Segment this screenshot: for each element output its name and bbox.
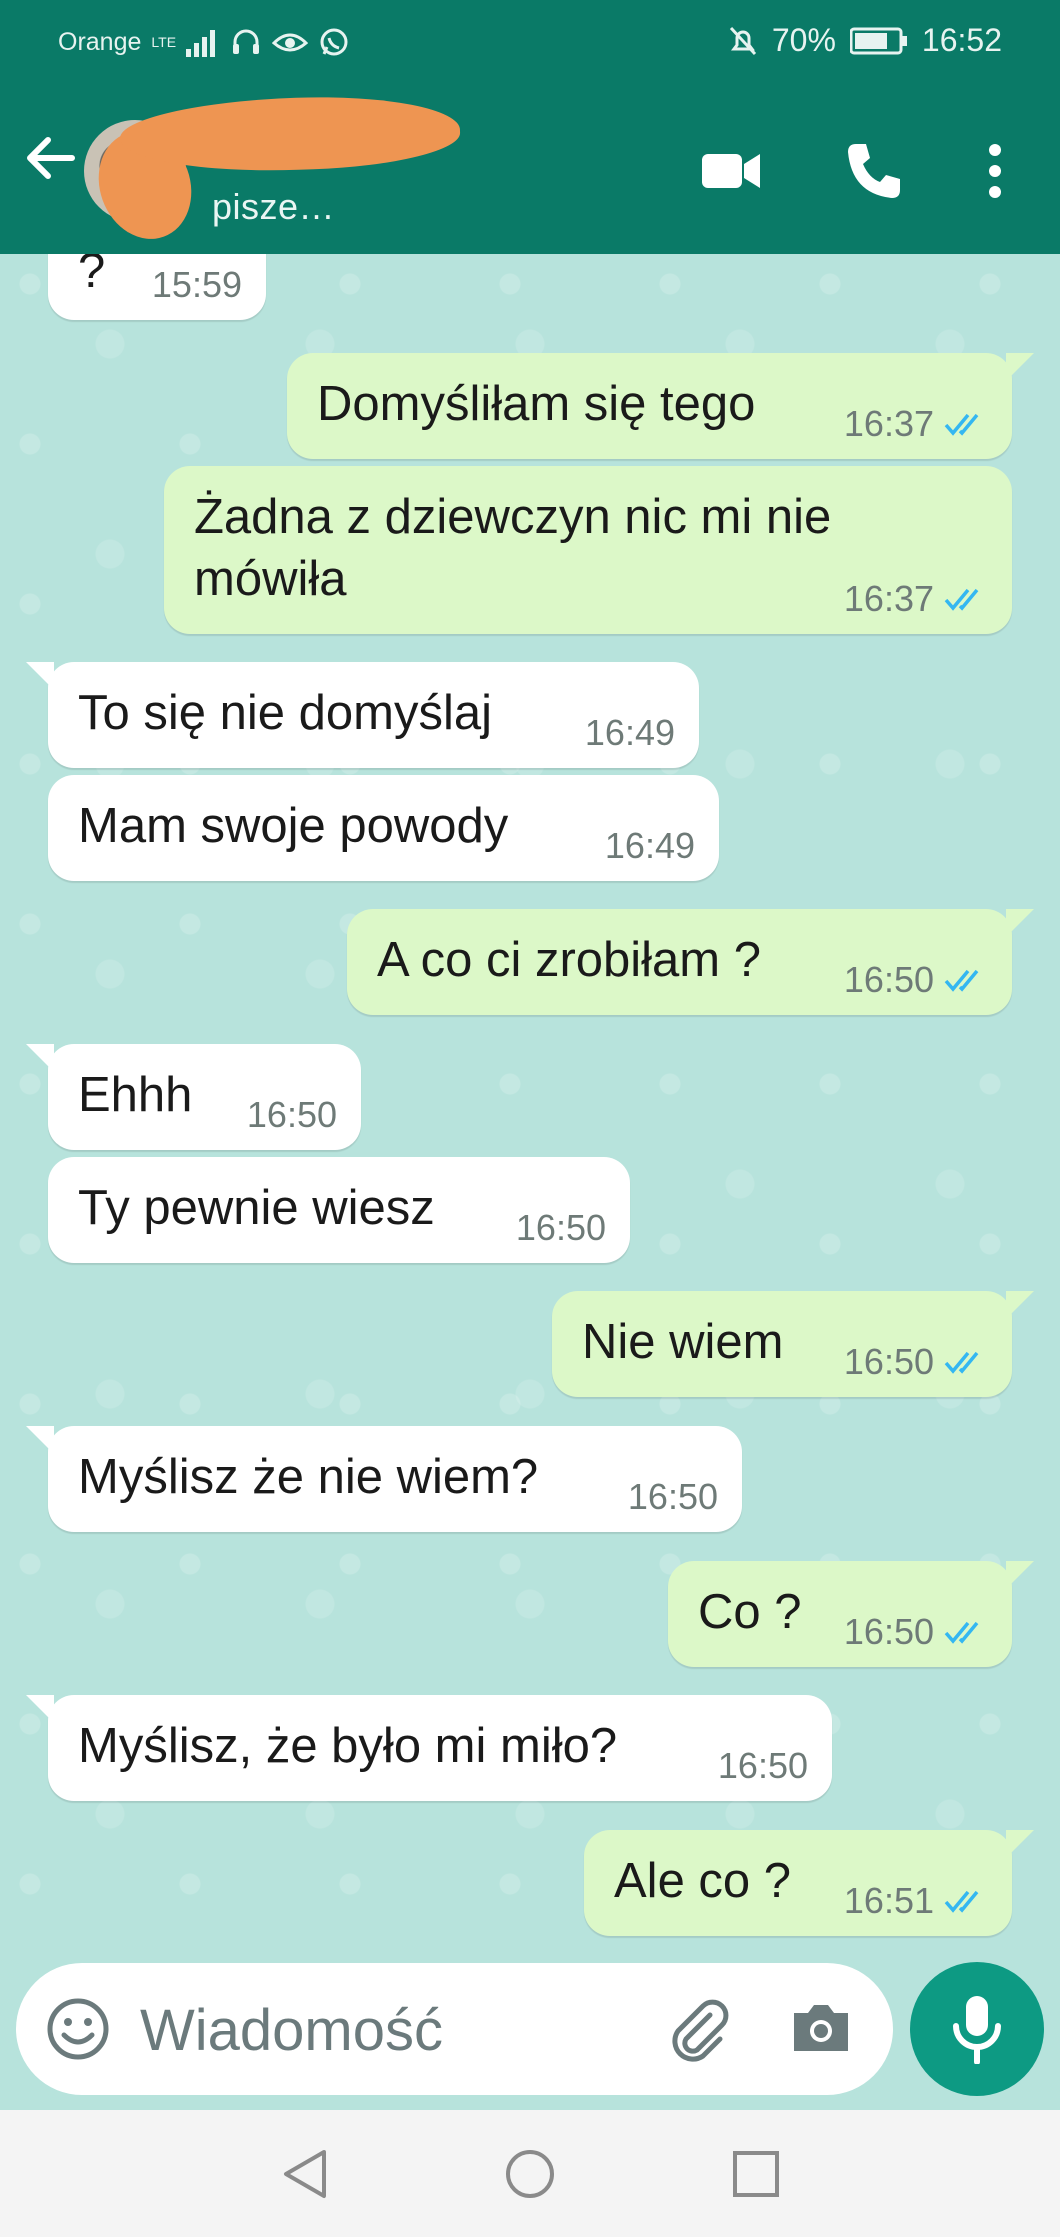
- message-meta: 16:37: [844, 403, 988, 445]
- system-navigation-bar: [0, 2110, 1060, 2237]
- double-check-read-icon: [944, 1890, 979, 1913]
- double-check-read-icon: [944, 413, 979, 436]
- message-meta: 16:50: [516, 1207, 606, 1249]
- message-meta: 16:50: [844, 1341, 988, 1383]
- message-outgoing[interactable]: A co ci zrobiłam ? 16:50: [347, 909, 1034, 1015]
- message-meta: 16:50: [844, 959, 988, 1001]
- emoji-icon[interactable]: [44, 1995, 112, 2063]
- message-time: 16:50: [717, 1745, 808, 1786]
- double-check-read-icon: [944, 969, 979, 992]
- camera-icon[interactable]: [788, 1997, 854, 2059]
- whatsapp-notification-icon: [320, 28, 348, 56]
- battery-icon: [849, 27, 907, 54]
- chat-header: pisze…: [0, 90, 1060, 254]
- attach-icon[interactable]: [664, 1995, 732, 2063]
- chat-area[interactable]: ? 15:59 Domyśliłam się tego 16:37 Żadna …: [0, 254, 1060, 1964]
- network-type: LTE: [151, 34, 177, 50]
- message-outgoing[interactable]: Ale co ? 16:51: [584, 1830, 1034, 1936]
- message-time: 16:37: [843, 578, 934, 619]
- message-time: 16:49: [604, 825, 695, 866]
- status-left: Orange LTE: [58, 26, 350, 58]
- message-time: 16:50: [246, 1094, 337, 1135]
- message-line-2: mówiła: [194, 552, 347, 606]
- message-time: 16:49: [584, 712, 675, 753]
- message-outgoing[interactable]: Żadna z dziewczyn nic mi nie mówiła 16:3…: [164, 466, 1012, 634]
- clock: 16:52: [921, 22, 1002, 58]
- message-meta: 16:49: [605, 825, 695, 867]
- message-composer: [16, 1963, 893, 2095]
- message-time: 16:51: [843, 1880, 934, 1921]
- more-vert-icon[interactable]: [982, 140, 1008, 202]
- message-time: 15:59: [151, 264, 242, 305]
- headset-icon: [233, 29, 260, 54]
- message-time: 16:50: [843, 959, 934, 1000]
- double-check-read-icon: [944, 588, 979, 611]
- nav-recents-icon[interactable]: [730, 2148, 782, 2200]
- message-meta: 16:49: [585, 712, 675, 754]
- nav-back-icon[interactable]: [280, 2148, 330, 2200]
- microphone-icon: [953, 1996, 1001, 2064]
- message-incoming[interactable]: Ehhh 16:50: [26, 1044, 361, 1150]
- message-meta: 16:50: [844, 1611, 988, 1653]
- battery-percent: 70%: [771, 22, 836, 58]
- message-line-1: Żadna z dziewczyn nic mi nie: [194, 490, 832, 544]
- double-check-read-icon: [944, 1621, 979, 1644]
- message-input[interactable]: [138, 1989, 622, 2071]
- message-meta: 16:50: [247, 1094, 337, 1136]
- message-incoming[interactable]: Myślisz że nie wiem? 16:50: [26, 1426, 742, 1532]
- voice-record-button[interactable]: [910, 1962, 1044, 2096]
- message-time: 16:50: [843, 1341, 934, 1382]
- message-incoming[interactable]: Myślisz, że było mi miło? 16:50: [26, 1695, 832, 1801]
- mute-bell-icon: [729, 26, 756, 55]
- message-incoming[interactable]: Mam swoje powody 16:49: [48, 775, 719, 881]
- message-meta: 16:50: [628, 1476, 718, 1518]
- double-check-read-icon: [944, 1351, 979, 1374]
- carrier-label: Orange: [58, 27, 142, 56]
- back-arrow-icon[interactable]: [22, 130, 78, 186]
- message-time: 16:50: [843, 1611, 934, 1652]
- message-outgoing[interactable]: Nie wiem 16:50: [552, 1291, 1034, 1397]
- message-incoming[interactable]: To się nie domyślaj 16:49: [26, 662, 699, 768]
- message-outgoing[interactable]: Domyśliłam się tego 16:37: [287, 353, 1034, 459]
- nav-home-icon[interactable]: [504, 2148, 556, 2200]
- message-meta: 16:51: [844, 1880, 988, 1922]
- status-bar: Orange LTE 70% 16:52: [0, 0, 1060, 90]
- message-incoming[interactable]: ? 15:59: [48, 254, 266, 320]
- message-meta: 16:37: [844, 578, 988, 620]
- message-time: 16:50: [515, 1207, 606, 1248]
- status-right: 70% 16:52: [728, 22, 1002, 59]
- phone-icon[interactable]: [842, 140, 904, 202]
- message-time: 16:50: [627, 1476, 718, 1517]
- message-outgoing[interactable]: Co ? 16:50: [668, 1561, 1034, 1667]
- video-call-icon[interactable]: [700, 140, 762, 202]
- message-meta: 16:50: [718, 1745, 808, 1787]
- message-incoming[interactable]: Ty pewnie wiesz 16:50: [48, 1157, 630, 1263]
- typing-status: pisze…: [212, 186, 336, 227]
- message-time: 16:37: [843, 403, 934, 444]
- eye-comfort-icon: [272, 33, 309, 52]
- signal-icon: [186, 30, 216, 57]
